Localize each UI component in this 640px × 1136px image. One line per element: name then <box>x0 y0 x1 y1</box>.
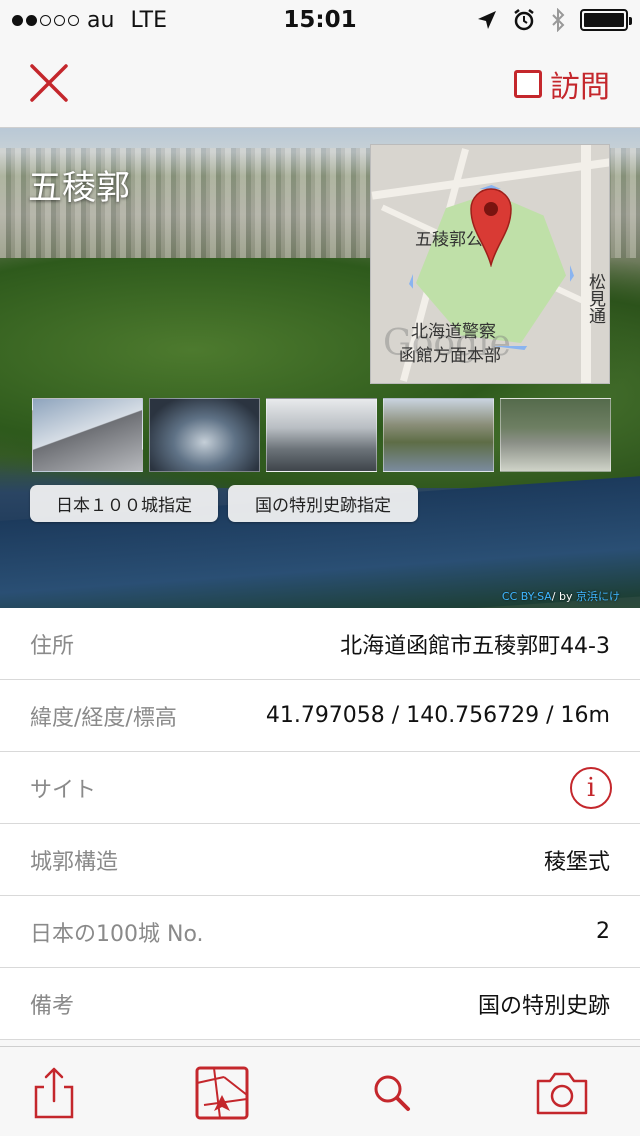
author-link[interactable]: 京浜にけ <box>576 590 620 603</box>
bottom-toolbar <box>0 1046 640 1136</box>
close-button[interactable] <box>24 58 74 108</box>
photo-thumbnail[interactable] <box>383 398 494 472</box>
close-icon <box>30 64 68 102</box>
info-table: 住所 北海道函館市五稜郭町44-3 緯度/経度/標高 41.797058 / 1… <box>0 608 640 1040</box>
info-label: サイト <box>30 777 97 803</box>
map-pin-icon <box>470 188 512 267</box>
info-label: 住所 <box>30 633 75 659</box>
photo-thumbnails <box>32 398 611 472</box>
photo-credit[interactable]: CC BY-SA/ by 京浜にけ <box>502 588 620 604</box>
map-label-street: 松見通 <box>585 273 605 324</box>
info-icon[interactable]: i <box>570 766 612 809</box>
bluetooth-icon <box>552 8 565 32</box>
search-icon <box>374 1075 410 1111</box>
info-row-notes: 備考 国の特別史跡 <box>0 968 640 1040</box>
visit-checkbox[interactable] <box>514 70 542 98</box>
info-label: 城郭構造 <box>30 849 119 875</box>
license-link[interactable]: CC BY-SA <box>502 590 552 603</box>
map-label-police-2: 函館方面本部 <box>399 346 501 366</box>
info-row-address: 住所 北海道函館市五稜郭町44-3 <box>0 608 640 680</box>
photo-thumbnail[interactable] <box>149 398 260 472</box>
info-value: 北海道函館市五稜郭町44-3 <box>340 633 610 659</box>
credit-by: / by <box>551 590 576 603</box>
info-label: 緯度/経度/標高 <box>30 705 177 731</box>
info-value: 2 <box>596 919 610 944</box>
info-value: 国の特別史跡 <box>477 993 610 1019</box>
search-button[interactable] <box>364 1065 420 1121</box>
navigation-bar: 訪問 <box>0 40 640 128</box>
info-row-structure: 城郭構造 稜堡式 <box>0 824 640 896</box>
info-value: 41.797058 / 140.756729 / 16m <box>265 703 610 728</box>
info-row-100-castles-number: 日本の100城 No. 2 <box>0 896 640 968</box>
camera-icon <box>536 1072 588 1115</box>
info-row-site[interactable]: サイト i <box>0 752 640 824</box>
network-type-label: LTE <box>130 7 168 33</box>
location-arrow-icon <box>478 11 496 29</box>
visit-toggle[interactable]: 訪問 <box>514 62 610 106</box>
status-bar: au LTE 15:01 <box>0 0 640 40</box>
battery-icon <box>580 9 632 31</box>
map-button[interactable] <box>194 1065 250 1121</box>
photo-thumbnail[interactable] <box>32 398 143 472</box>
share-button[interactable] <box>26 1065 82 1121</box>
designation-badges: 日本１００城指定 国の特別史跡指定 <box>30 485 418 522</box>
badge-top100[interactable]: 日本１００城指定 <box>30 485 218 522</box>
photo-thumbnail[interactable] <box>266 398 377 472</box>
map-navigation-icon <box>195 1066 249 1120</box>
signal-strength-icon <box>12 14 79 26</box>
share-icon <box>34 1067 74 1119</box>
hero-photo: 五稜郭 Google 五稜郭公園 北海道警察 函館方面本部 松見通 日本１００城… <box>0 128 640 608</box>
photo-thumbnail[interactable] <box>500 398 611 472</box>
info-value: 稜堡式 <box>543 849 610 875</box>
badge-special-historic[interactable]: 国の特別史跡指定 <box>228 485 418 522</box>
info-label: 備考 <box>30 993 75 1019</box>
visit-label: 訪問 <box>550 70 610 105</box>
castle-title: 五稜郭 <box>28 168 130 208</box>
carrier-label: au <box>87 7 115 33</box>
alarm-clock-icon <box>514 9 534 31</box>
camera-button[interactable] <box>534 1065 590 1121</box>
map-label-police-1: 北海道警察 <box>411 322 496 342</box>
location-map[interactable]: Google 五稜郭公園 北海道警察 函館方面本部 松見通 <box>370 144 610 384</box>
info-label: 日本の100城 No. <box>30 921 204 947</box>
info-row-coordinates: 緯度/経度/標高 41.797058 / 140.756729 / 16m <box>0 680 640 752</box>
